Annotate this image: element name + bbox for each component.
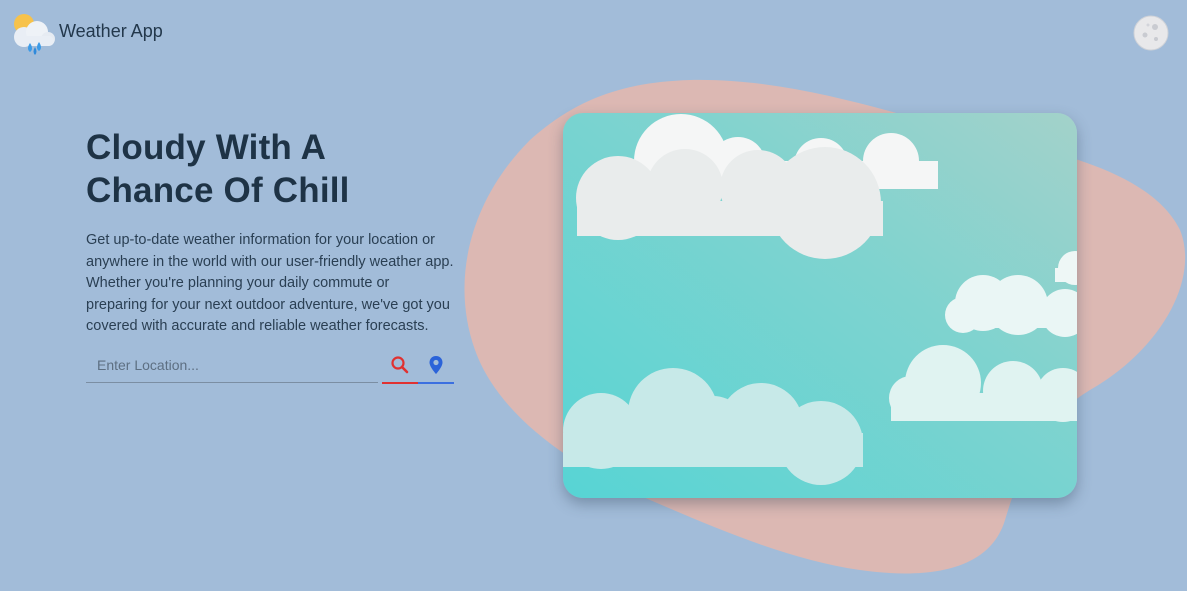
hero-section: Cloudy With A Chance Of Chill Get up-to-… [86,126,456,338]
weather-illustration-card [563,113,1077,498]
hero-description: Get up-to-date weather information for y… [86,232,454,335]
search-icon [391,356,409,374]
current-location-button[interactable] [418,348,454,384]
location-input[interactable] [86,348,378,383]
location-search [86,348,454,384]
location-pin-icon [429,356,443,374]
moon-icon[interactable] [1133,15,1169,51]
app-title: Weather App [59,21,163,41]
app-header: Weather App [0,0,1187,64]
hero-title: Cloudy With A Chance Of Chill [86,128,350,210]
cloud-sun-rain-icon[interactable] [10,12,56,56]
search-button[interactable] [382,348,418,384]
cloudy-sky-illustration [563,113,1077,498]
